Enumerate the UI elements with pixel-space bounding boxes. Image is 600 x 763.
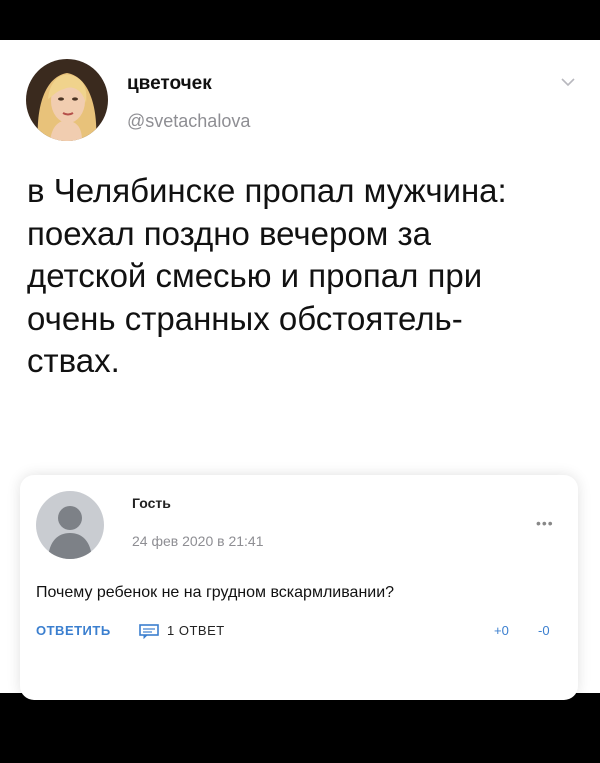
tweet-card: цветочек @svetachalova в Челябинске проп… bbox=[0, 40, 600, 700]
comment-date: 24 фев 2020 в 21:41 bbox=[132, 533, 264, 549]
comment-text: Почему ребенок не на грудном вскармливан… bbox=[36, 584, 395, 601]
guest-avatar[interactable] bbox=[36, 491, 104, 559]
reply-speech-bubble-icon[interactable] bbox=[138, 623, 160, 639]
author-handle[interactable]: @svetachalova bbox=[127, 111, 250, 132]
user-silhouette-icon bbox=[36, 491, 104, 559]
post-text-line: детской смесью и пропал при bbox=[27, 257, 483, 294]
post-text-line: ствах. bbox=[27, 342, 120, 379]
post-text: в Челябинске пропал мужчина: поехал позд… bbox=[27, 170, 587, 383]
author-display-name[interactable]: цветочек bbox=[127, 73, 212, 95]
post-text-line: поехал поздно вечером за bbox=[27, 214, 432, 252]
comment-card: Гость 24 фев 2020 в 21:41 ••• Почему реб… bbox=[20, 475, 578, 700]
chevron-down-icon[interactable] bbox=[560, 76, 576, 88]
text-fade-overlay bbox=[27, 414, 587, 438]
author-avatar[interactable] bbox=[26, 59, 108, 141]
comment-author[interactable]: Гость bbox=[132, 495, 171, 511]
replies-count[interactable]: 1 ОТВЕТ bbox=[167, 623, 225, 638]
downvote-button[interactable]: -0 bbox=[538, 623, 550, 638]
user-photo-avatar-icon bbox=[26, 59, 108, 141]
upvote-button[interactable]: +0 bbox=[494, 623, 509, 638]
post-text-line: очень странных обстоятель- bbox=[27, 299, 463, 337]
reply-button[interactable]: ОТВЕТИТЬ bbox=[36, 623, 111, 638]
more-options-icon[interactable]: ••• bbox=[536, 515, 554, 531]
post-text-line: в Челябинске пропал мужчина: bbox=[27, 172, 507, 209]
